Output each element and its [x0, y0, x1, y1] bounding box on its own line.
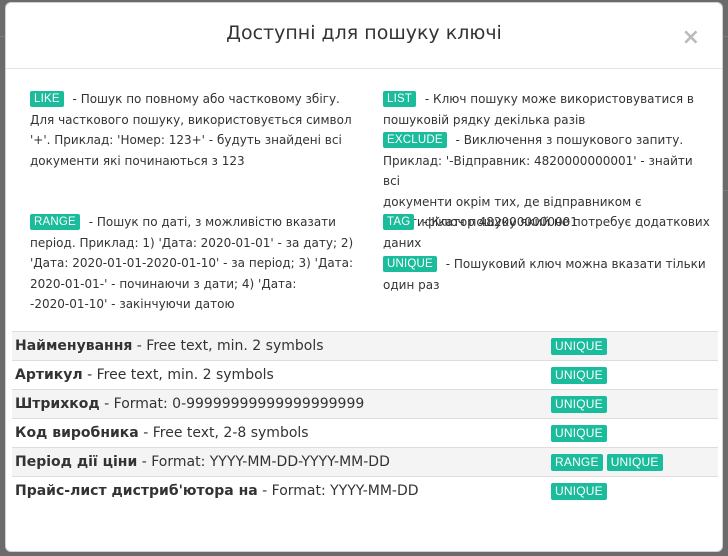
legend-item-tag: TAG - Ключ пошуку який не потребує додат… [383, 214, 710, 250]
tag-badge-unique: UNIQUE [551, 338, 607, 355]
tag-badge-like: LIKE [30, 91, 64, 107]
modal-header: Доступні для пошуку ключі × [6, 3, 722, 69]
table-row: Найменування - Free text, min. 2 symbols… [12, 332, 718, 361]
table-row: Артикул - Free text, min. 2 symbols UNIQ… [12, 361, 718, 390]
tag-badge-tag: TAG [383, 214, 415, 230]
tag-legend: LIKE - Пошук по повному або частковому з… [6, 69, 722, 331]
key-description: - Free text, min. 2 symbols [82, 367, 274, 383]
search-keys-modal: Доступні для пошуку ключі × LIKE - Пошук… [5, 2, 723, 552]
key-name: Код виробника [15, 425, 139, 441]
key-description: - Format: 0-99999999999999999999 [99, 396, 365, 412]
key-name: Період дії ціни [15, 454, 138, 470]
key-name: Прайс-лист дистриб'ютора на [15, 483, 258, 499]
key-description: - Format: YYYY-MM-DD-YYYY-MM-DD [137, 454, 390, 470]
key-name: Артикул [15, 367, 83, 383]
tag-badge-unique: UNIQUE [551, 396, 607, 413]
modal-title: Доступні для пошуку ключі [226, 22, 502, 44]
tag-badge-unique: UNIQUE [383, 256, 437, 272]
table-row: Штрихкод - Format: 0-9999999999999999999… [12, 390, 718, 419]
tag-badge-unique: UNIQUE [551, 425, 607, 442]
tag-badge-unique: UNIQUE [551, 367, 607, 384]
table-row: Код виробника - Free text, 2-8 symbols U… [12, 419, 718, 448]
tag-badge-range: RANGE [551, 454, 603, 471]
tag-badge-list: LIST [383, 91, 417, 107]
close-button[interactable]: × [682, 27, 700, 49]
key-name: Штрихкод [15, 396, 100, 412]
search-keys-table: Найменування - Free text, min. 2 symbols… [12, 331, 718, 506]
table-row: Прайс-лист дистриб'ютора на - Format: YY… [12, 477, 718, 506]
tag-badge-unique: UNIQUE [551, 483, 607, 500]
tag-badge-range: RANGE [30, 214, 80, 230]
key-description: - Format: YYYY-MM-DD [257, 483, 419, 499]
legend-item-like: LIKE - Пошук по повному або частковому з… [30, 91, 352, 168]
legend-item-range: RANGE - Пошук по даті, з можливістю вказ… [30, 214, 354, 312]
key-description: - Free text, min. 2 symbols [132, 338, 324, 354]
key-description: - Free text, 2-8 symbols [138, 425, 309, 441]
tag-badge-exclude: EXCLUDE [383, 132, 447, 148]
tag-badge-unique: UNIQUE [606, 454, 663, 471]
legend-item-list: LIST - Ключ пошуку може використовуватис… [383, 91, 694, 127]
legend-item-unique: UNIQUE - Пошуковий ключ можна вказати ті… [383, 256, 706, 292]
table-row: Період дії ціни - Format: YYYY-MM-DD-YYY… [12, 448, 718, 477]
key-name: Найменування [15, 338, 133, 354]
